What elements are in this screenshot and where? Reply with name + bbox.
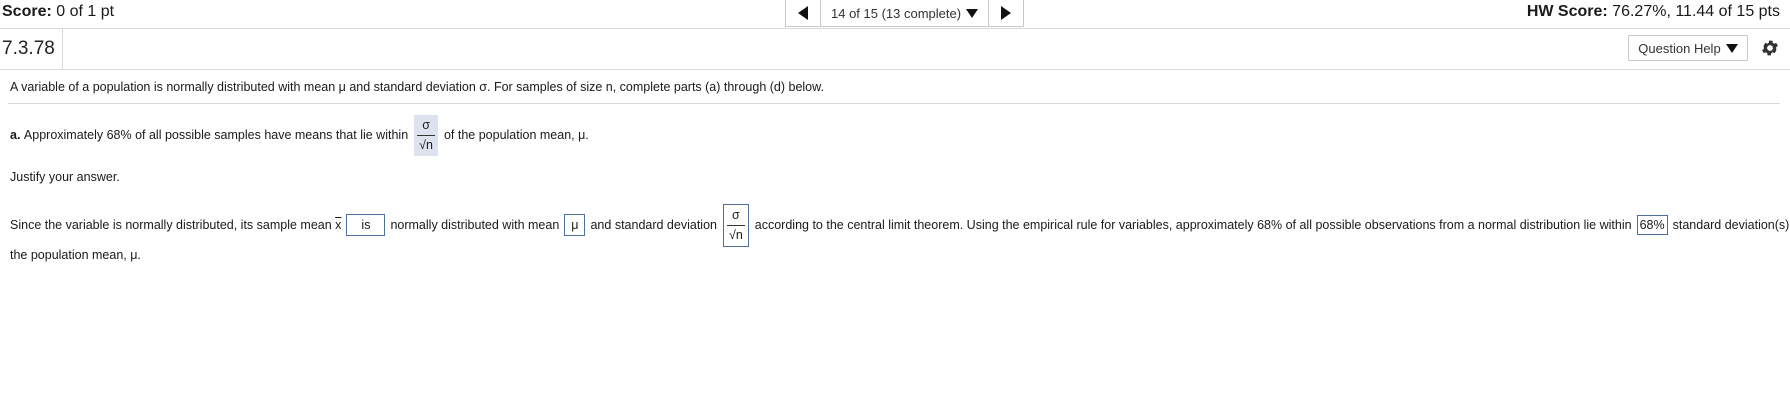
sample-mean-symbol: x [335,218,342,232]
score-label: Score: [2,3,52,20]
part-a-label: a. [10,128,21,142]
justification-text-6: the population mean, μ. [10,248,141,262]
question-navigator: 14 of 15 (13 complete) [785,0,1025,27]
score-value: 0 of 1 pt [56,3,115,20]
answer-box-std-dev[interactable]: σ √n [722,203,749,247]
divider [8,103,1780,104]
answer-box-percent[interactable]: 68% [1636,215,1668,235]
justification-text-2: normally distributed with mean [390,218,560,232]
justification-line: Since the variable is normally distribut… [10,198,1790,252]
question-selector-dropdown[interactable]: 14 of 15 (13 complete) [821,0,988,26]
part-a-answer[interactable]: σ √n [414,114,438,156]
question-help-button[interactable]: Question Help [1628,35,1748,61]
question-help-label: Question Help [1638,40,1721,56]
score-display: Score: 0 of 1 pt [2,3,114,21]
question-intro: A variable of a population is normally d… [10,80,824,94]
question-number: 7.3.78 [0,29,63,69]
gear-icon[interactable] [1760,38,1780,58]
caret-down-icon [966,8,979,18]
previous-question-button[interactable] [786,0,821,26]
part-a-text: Approximately 68% of all possible sample… [23,128,409,142]
fraction-bar [726,224,745,226]
caret-down-icon [1725,43,1738,53]
hw-score-label: HW Score: [1526,3,1608,20]
std-dev-numerator: σ [732,207,740,222]
question-bar: 7.3.78 Question Help [0,29,1790,70]
hw-score-value: 76.27%, 11.44 of 15 pts [1612,3,1780,20]
next-question-button[interactable] [988,0,1023,26]
part-a: a. Approximately 68% of all possible sam… [10,112,589,158]
answer-box-is[interactable]: is [346,214,386,236]
part-a-answer-numerator: σ [422,117,430,132]
fraction-bar [417,134,435,136]
part-a-suffix: of the population mean, μ. [443,128,589,142]
hw-score-display: HW Score: 76.27%, 11.44 of 15 pts [1527,3,1780,21]
justification-text-3: and standard deviation [590,218,717,232]
justify-prompt: Justify your answer. [10,170,120,184]
question-progress-text: 14 of 15 (13 complete) [831,5,962,21]
std-dev-denominator: √n [728,227,743,242]
justification-text-1: Since the variable is normally distribut… [10,218,332,232]
part-a-answer-denominator: √n [419,137,433,152]
triangle-right-icon [1001,6,1012,20]
justification-text-4: according to the central limit theorem. … [754,218,1632,232]
answer-box-mean[interactable]: μ [564,214,586,236]
top-bar: Score: 0 of 1 pt 14 of 15 (13 complete) … [0,0,1790,29]
triangle-left-icon [798,6,808,20]
justification-text-5: standard deviation(s) of [1672,218,1790,232]
